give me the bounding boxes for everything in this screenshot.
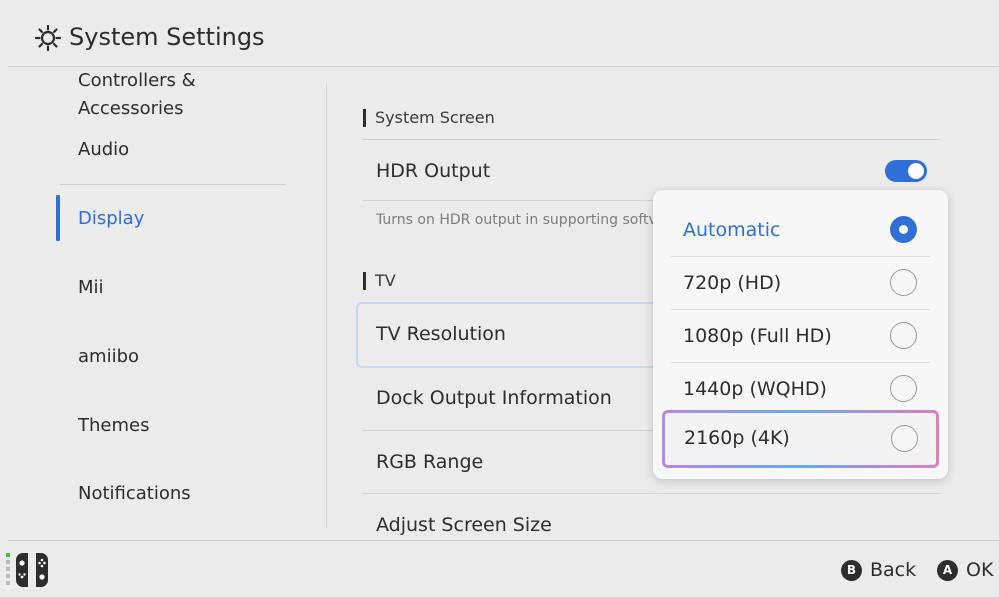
option-720p[interactable]: 720p (HD)	[653, 256, 948, 309]
sidebar-item-amiibo[interactable]: amiibo	[60, 343, 286, 383]
dock-output-information[interactable]: Dock Output Information	[376, 384, 612, 412]
radio-icon	[890, 375, 917, 402]
back-label: Back	[870, 559, 917, 581]
ok-button[interactable]: A OK	[937, 556, 993, 584]
option-1440p[interactable]: 1440p (WQHD)	[653, 362, 948, 415]
sidebar-item-display[interactable]: Display	[60, 205, 286, 245]
hdr-output-description: Turns on HDR output in supporting softv	[376, 212, 657, 228]
adjust-screen-size[interactable]: Adjust Screen Size	[376, 511, 552, 539]
radio-icon	[890, 269, 917, 296]
radio-selected-icon	[890, 216, 917, 243]
hdr-output-label[interactable]: HDR Output	[376, 157, 490, 185]
option-2160p[interactable]: 2160p (4K)	[662, 410, 939, 468]
sidebar-item-mii[interactable]: Mii	[60, 274, 286, 314]
sidebar: Controllers & Accessories Audio Display …	[0, 67, 326, 540]
sidebar-divider	[60, 184, 286, 185]
radio-icon	[890, 322, 917, 349]
tv-resolution-label[interactable]: TV Resolution	[376, 320, 506, 348]
rgb-range[interactable]: RGB Range	[376, 448, 483, 476]
divider	[363, 493, 940, 494]
option-label: Automatic	[683, 219, 781, 241]
section-header-system-screen: System Screen	[363, 106, 495, 130]
option-label: 1440p (WQHD)	[683, 378, 827, 400]
page-title: System Settings	[69, 23, 265, 51]
ok-label: OK	[966, 559, 994, 581]
sidebar-item-themes[interactable]: Themes	[60, 412, 286, 452]
b-button-icon: B	[841, 559, 862, 581]
option-label: 1080p (Full HD)	[683, 325, 832, 347]
gear-icon	[34, 24, 62, 52]
toggle-knob	[908, 163, 924, 179]
option-label: 720p (HD)	[683, 272, 782, 294]
sidebar-item-controllers[interactable]: Controllers & Accessories	[60, 67, 286, 119]
radio-icon	[891, 425, 918, 452]
option-automatic[interactable]: Automatic	[653, 203, 948, 256]
footer: B Back A OK	[0, 541, 999, 597]
resolution-popup: Automatic 720p (HD) 1080p (Full HD) 1440…	[653, 190, 948, 479]
screen: System Settings Controllers & Accessorie…	[0, 0, 999, 597]
section-header-tv: TV	[363, 269, 396, 293]
sidebar-item-audio[interactable]: Audio	[60, 136, 286, 176]
back-button[interactable]: B Back	[841, 556, 916, 584]
header: System Settings	[0, 0, 999, 67]
divider	[363, 139, 940, 140]
sidebar-item-notifications[interactable]: Notifications	[60, 480, 286, 520]
console-icon	[6, 553, 48, 587]
option-1080p[interactable]: 1080p (Full HD)	[653, 309, 948, 362]
option-label: 2160p (4K)	[684, 427, 790, 449]
a-button-icon: A	[937, 559, 958, 581]
hdr-output-toggle[interactable]	[885, 160, 927, 182]
